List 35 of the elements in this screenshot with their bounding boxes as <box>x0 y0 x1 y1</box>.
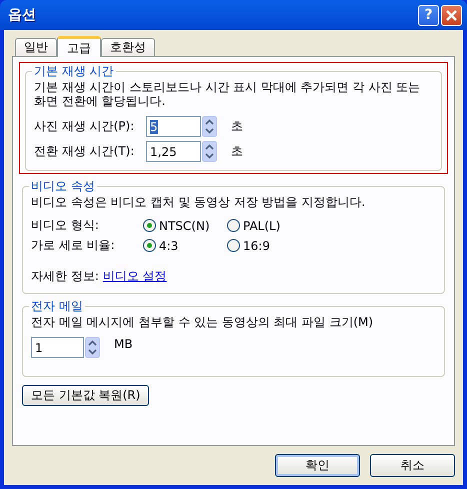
group-title: 기본 재생 시간 <box>33 63 115 80</box>
number-field[interactable]: 1,25 <box>146 141 201 162</box>
field-label: 사진 재생 시간(P): <box>34 118 136 135</box>
close-button[interactable] <box>441 4 462 26</box>
radio-button[interactable]: PAL(L) <box>227 218 311 232</box>
group-title: 비디오 속성 <box>30 178 96 195</box>
option-label: 가로 세로 비율: <box>31 237 116 254</box>
group-title: 전자 메일 <box>30 298 84 315</box>
dialog-button[interactable]: 취소 <box>370 454 455 477</box>
spin-arrows-icon[interactable] <box>202 141 217 162</box>
unit-label: MB <box>114 337 133 351</box>
tab[interactable]: 고급 <box>57 36 101 57</box>
radio-button[interactable]: 16:9 <box>227 238 311 252</box>
window-title: 옵션 <box>8 6 36 24</box>
option-label: 비디오 형식: <box>31 217 100 234</box>
unit-label: 초 <box>231 143 243 160</box>
close-icon <box>445 8 458 22</box>
info-label: 자세한 정보: <box>31 268 99 285</box>
unit-label: 초 <box>231 118 243 135</box>
description-text: 비디오 속성은 비디오 캡처 및 동영상 저장 방법을 지정합니다. <box>31 195 366 209</box>
video-settings-link[interactable]: 비디오 설정 <box>102 268 167 285</box>
restore-defaults-button[interactable]: 모든 기본값 복원(R) <box>22 385 150 406</box>
number-field[interactable]: 1 <box>31 337 84 358</box>
dialog-button[interactable]: 확인 <box>275 454 360 477</box>
radio-button[interactable]: 4:3 <box>143 238 227 252</box>
tab[interactable]: 일반 <box>15 38 57 56</box>
help-button[interactable]: ? <box>418 4 439 26</box>
number-field[interactable]: 5 <box>146 116 201 137</box>
spin-arrows-icon[interactable] <box>85 337 100 358</box>
spin-arrows-icon[interactable] <box>202 116 217 137</box>
radio-button[interactable]: NTSC(N) <box>143 218 227 232</box>
tab[interactable]: 호환성 <box>101 38 155 56</box>
description-text: 전자 메일 메시지에 첨부할 수 있는 동영상의 최대 파일 크기(M) <box>31 315 374 329</box>
description-text: 기본 재생 시간이 스토리보드나 시간 표시 막대에 추가되면 각 사진 또는 화면 전환에 할당됩니다. <box>34 80 422 108</box>
field-label: 전환 재생 시간(T): <box>34 143 136 160</box>
